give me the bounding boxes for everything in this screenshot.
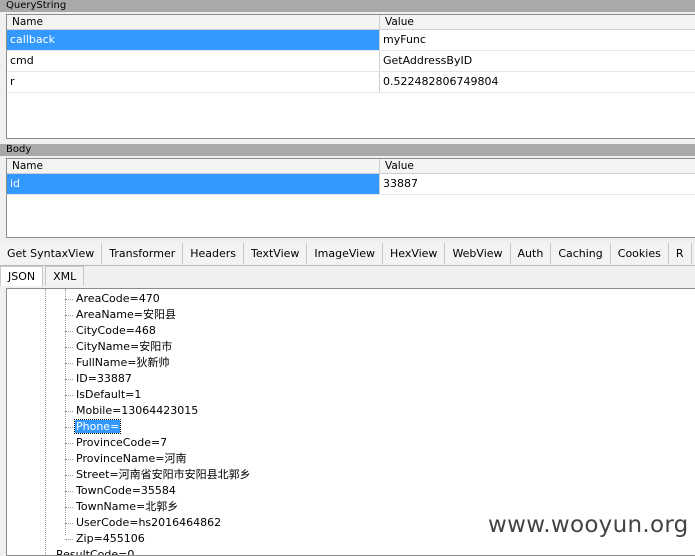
value-column-header[interactable]: Value (380, 159, 695, 173)
tree-node-label: ProvinceName=河南 (76, 452, 187, 465)
tree-node-label: Phone= (73, 419, 122, 434)
tree-node[interactable]: Zip=455106 (65, 531, 146, 547)
tree-node-label: Mobile=13064423015 (76, 404, 199, 417)
tree-node-label: Street=河南省安阳市安阳县北郭乡 (76, 468, 251, 481)
name-column-header[interactable]: Name (7, 159, 380, 173)
tree-node-label: AreaCode=470 (76, 292, 160, 305)
tab-webview[interactable]: WebView (445, 243, 511, 264)
tree-node-label: AreaName=安阳县 (76, 308, 176, 321)
tab-imageview[interactable]: ImageView (307, 243, 383, 264)
tab-json[interactable]: JSON (0, 266, 44, 286)
tab-transformer[interactable]: Transformer (102, 243, 184, 264)
param-value[interactable]: GetAddressByID (380, 51, 695, 71)
table-row[interactable]: id 33887 (7, 174, 695, 195)
tree-node[interactable]: FullName=狄新帅 (65, 355, 170, 371)
tab-get-syntaxview[interactable]: Get SyntaxView (0, 243, 103, 264)
tree-node[interactable]: ResultCode=0 (45, 547, 135, 556)
tree-node-selected[interactable]: Phone= (65, 419, 122, 435)
querystring-header: Name Value (7, 15, 695, 30)
param-name[interactable]: id (7, 174, 380, 194)
body-grid: Name Value id 33887 (6, 158, 695, 238)
param-name[interactable]: r (7, 72, 380, 92)
tree-node[interactable]: Street=河南省安阳市安阳县北郭乡 (65, 467, 252, 483)
body-header: Name Value (7, 159, 695, 174)
tree-node-label: UserCode=hs2016464862 (76, 516, 222, 529)
inspector-tabs: Get SyntaxView Transformer Headers TextV… (0, 243, 695, 266)
tab-xml[interactable]: XML (45, 266, 85, 286)
param-value[interactable]: 33887 (380, 174, 695, 194)
tree-guide-line (45, 289, 46, 555)
tree-node[interactable]: AreaCode=470 (65, 291, 161, 307)
tree-node-label: TownName=北郭乡 (76, 500, 179, 513)
tree-node[interactable]: ProvinceCode=7 (65, 435, 168, 451)
table-row[interactable]: r 0.522482806749804 (7, 72, 695, 93)
querystring-grid: Name Value callback myFunc cmd GetAddres… (6, 14, 695, 139)
tree-node[interactable]: ProvinceName=河南 (65, 451, 187, 467)
tree-node-label: TownCode=35584 (76, 484, 176, 497)
tree-node-label: Zip=455106 (76, 532, 145, 545)
body-title: Body (0, 144, 695, 156)
format-subtabs: JSON XML (0, 266, 86, 286)
tree-node[interactable]: UserCode=hs2016464862 (65, 515, 222, 531)
tab-caching[interactable]: Caching (551, 243, 611, 264)
tab-textview[interactable]: TextView (244, 243, 308, 264)
tree-node-label: IsDefault=1 (76, 388, 142, 401)
watermark: www.wooyun.org (488, 512, 689, 538)
tree-node-label: ResultCode=0 (56, 548, 135, 556)
tab-raw[interactable]: R (668, 243, 692, 264)
tree-node[interactable]: TownCode=35584 (65, 483, 177, 499)
tab-headers[interactable]: Headers (183, 243, 245, 264)
tree-node[interactable]: IsDefault=1 (65, 387, 142, 403)
tab-auth[interactable]: Auth (510, 243, 552, 264)
tree-node-label: ProvinceCode=7 (76, 436, 168, 449)
tree-node[interactable]: AreaName=安阳县 (65, 307, 177, 323)
tree-node[interactable]: ID=33887 (65, 371, 133, 387)
table-row[interactable]: callback myFunc (7, 30, 695, 51)
tree-node-label: CityCode=468 (76, 324, 156, 337)
param-name[interactable]: callback (7, 30, 380, 50)
tab-hexview[interactable]: HexView (382, 243, 446, 264)
tree-node[interactable]: CityCode=468 (65, 323, 157, 339)
tree-node-label: FullName=狄新帅 (76, 356, 170, 369)
param-name[interactable]: cmd (7, 51, 380, 71)
param-value[interactable]: myFunc (380, 30, 695, 50)
tree-node[interactable]: CityName=安阳市 (65, 339, 173, 355)
tree-node-label: CityName=安阳市 (76, 340, 173, 353)
param-value[interactable]: 0.522482806749804 (380, 72, 695, 92)
tree-node[interactable]: Mobile=13064423015 (65, 403, 199, 419)
querystring-title: QueryString (0, 0, 695, 12)
value-column-header[interactable]: Value (380, 15, 695, 29)
tab-cookies[interactable]: Cookies (610, 243, 669, 264)
tree-node[interactable]: TownName=北郭乡 (65, 499, 179, 515)
tree-node-label: ID=33887 (76, 372, 132, 385)
table-row[interactable]: cmd GetAddressByID (7, 51, 695, 72)
name-column-header[interactable]: Name (7, 15, 380, 29)
